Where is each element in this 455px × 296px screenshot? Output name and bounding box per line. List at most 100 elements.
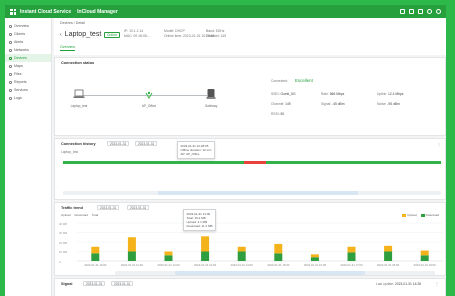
x-tick-label: 2023-01-31 15:00 — [267, 263, 290, 267]
sidebar-item-devices[interactable]: Devices — [5, 54, 51, 62]
sidebar-item-alerts[interactable]: Alerts — [5, 38, 51, 46]
sidebar-item-networks[interactable]: Networks — [5, 46, 51, 54]
history-to[interactable]: 2023-01-31 — [135, 141, 158, 146]
traffic-scrollbar[interactable] — [115, 271, 435, 275]
router-icon[interactable] — [205, 88, 217, 100]
x-tick-label: 2023-01-31 16:00 — [303, 263, 326, 267]
reports-icon — [9, 80, 12, 84]
meta-mac: MAC: 00:18:05:... — [124, 34, 151, 38]
sidebar-item-files[interactable]: Files — [5, 70, 51, 78]
sidebar-item-maps[interactable]: Maps — [5, 62, 51, 70]
sidebar-item-overview[interactable]: Overview — [5, 22, 51, 30]
bar-download[interactable] — [384, 251, 393, 262]
more-icon[interactable]: ⋮ — [435, 281, 439, 286]
signal-title: Signal — [61, 282, 73, 286]
bar-upload[interactable] — [91, 246, 100, 254]
bar-download[interactable] — [127, 251, 136, 262]
back-arrow-icon[interactable]: ‹ — [60, 32, 62, 38]
detail-signal: Signal: -45 dBm — [321, 102, 345, 106]
meta-col-3: Band: 5GHz Channel: 149 — [206, 29, 226, 39]
bar-download[interactable] — [420, 255, 429, 261]
meta-channel: Channel: 149 — [206, 34, 227, 38]
sidebar-item-label: Overview — [14, 24, 29, 28]
laptop-icon[interactable] — [73, 88, 85, 100]
bar-upload[interactable] — [384, 245, 393, 252]
tab-overview[interactable]: Overview — [60, 45, 75, 51]
app-window: Instant Cloud Service InCloud Manager Ov… — [5, 5, 446, 296]
module-title[interactable]: InCloud Manager — [77, 9, 118, 15]
bar-download[interactable] — [310, 257, 319, 261]
more-icon[interactable]: ⋮ — [437, 142, 441, 147]
sidebar-item-reports[interactable]: Reports — [5, 78, 51, 86]
traffic-scroll-thumb[interactable] — [175, 271, 365, 275]
bar-download[interactable] — [347, 252, 356, 261]
signal-to[interactable]: 2023-01-31 — [111, 281, 134, 286]
history-from[interactable]: 2023-01-31 — [107, 141, 130, 146]
user-icon[interactable] — [436, 9, 441, 14]
history-tooltip: 2023-01-31 10:28:05 Offline duration: 12… — [177, 141, 215, 159]
sidebar-item-logs[interactable]: Logs — [5, 94, 51, 102]
history-row-label: Laptop_test — [61, 150, 79, 154]
bar-download[interactable] — [201, 251, 210, 262]
grid-icon[interactable] — [10, 8, 16, 15]
message-icon[interactable] — [400, 9, 405, 14]
sidebar-item-label: Networks — [14, 48, 29, 52]
sidebar-item-clients[interactable]: Clients — [5, 30, 51, 38]
status-badge: Online — [104, 31, 120, 38]
detail-rate: Rate: 866 Mbps — [321, 92, 345, 96]
signal-from[interactable]: 2023-01-31 — [83, 281, 106, 286]
node-label-ap: AP_Office — [141, 104, 157, 108]
top-icons — [400, 9, 446, 14]
signal-card: Signal 2023-01-31 2023-01-31 Last update… — [54, 278, 446, 296]
meta-col-1: IP: 10.1.2.14 MAC: 00:18:05:... — [124, 29, 150, 39]
breadcrumb[interactable]: Devices / Detail — [60, 21, 85, 25]
detail-channel: Channel: 149 — [271, 102, 291, 106]
bar-upload[interactable] — [420, 250, 429, 256]
app-title[interactable]: Instant Cloud Service — [20, 9, 71, 15]
bar-download[interactable] — [91, 253, 100, 261]
bar-download[interactable] — [274, 253, 283, 261]
x-tick-label: 2023-01-31 18:00 — [377, 263, 400, 267]
help-icon[interactable] — [427, 9, 432, 14]
traffic-card: Traffic trend 2023-01-31 2023-01-31 Uplo… — [54, 202, 446, 276]
bar-upload[interactable] — [164, 251, 173, 256]
logs-icon — [9, 96, 12, 100]
overview-icon — [9, 24, 12, 28]
doc-icon[interactable] — [409, 9, 414, 14]
bell-icon[interactable] — [418, 9, 423, 14]
history-scrollbar[interactable] — [63, 191, 441, 195]
x-tick-label: 2023-01-31 19:00 — [413, 263, 436, 267]
sidebar-item-services[interactable]: Services — [5, 86, 51, 94]
bar-download[interactable] — [164, 255, 173, 261]
bar-upload[interactable] — [127, 237, 136, 252]
x-tick-label: 2023-01-31 17:00 — [340, 263, 363, 267]
bar-upload[interactable] — [201, 236, 210, 252]
sidebar-item-label: Files — [14, 72, 22, 76]
history-scroll-thumb[interactable] — [158, 191, 358, 195]
top-bar: Instant Cloud Service InCloud Manager — [5, 5, 446, 18]
bar-upload[interactable] — [310, 254, 319, 258]
bar-download[interactable] — [237, 251, 246, 262]
bar-upload[interactable] — [347, 246, 356, 253]
devices-icon — [9, 56, 12, 60]
connection-card: Connection status Laptop_test AP_Office … — [54, 57, 446, 136]
bar-upload[interactable] — [274, 243, 283, 254]
sidebar-item-label: Clients — [14, 32, 25, 36]
bar-upload[interactable] — [237, 246, 246, 252]
last-update: Last update: 2023-01-31 14:28 — [375, 282, 421, 286]
offline-segment[interactable] — [244, 161, 266, 164]
sidebar-item-label: Logs — [14, 96, 22, 100]
services-icon — [9, 88, 12, 92]
x-tick-label: 2023-01-31 14:00 — [230, 263, 253, 267]
status-label: Connected: — [271, 79, 288, 83]
detail-uplink: Uplink: 12.4 Mbps — [377, 92, 404, 96]
x-tick-label: 2023-01-31 13:00 — [194, 263, 217, 267]
ap-icon[interactable] — [143, 89, 155, 101]
main-content: Devices / Detail ‹ Laptop_test Online IP… — [54, 18, 446, 296]
traffic-tooltip: 2023-01-31 14:00 Total: 15.2 MB Upload: … — [183, 209, 216, 231]
map-icon — [9, 64, 12, 68]
node-label-laptop: Laptop_test — [70, 104, 88, 108]
sidebar-item-label: Maps — [14, 64, 23, 68]
detail-ssid: SSID: Guest_5G — [271, 92, 296, 96]
alert-icon — [9, 40, 12, 44]
